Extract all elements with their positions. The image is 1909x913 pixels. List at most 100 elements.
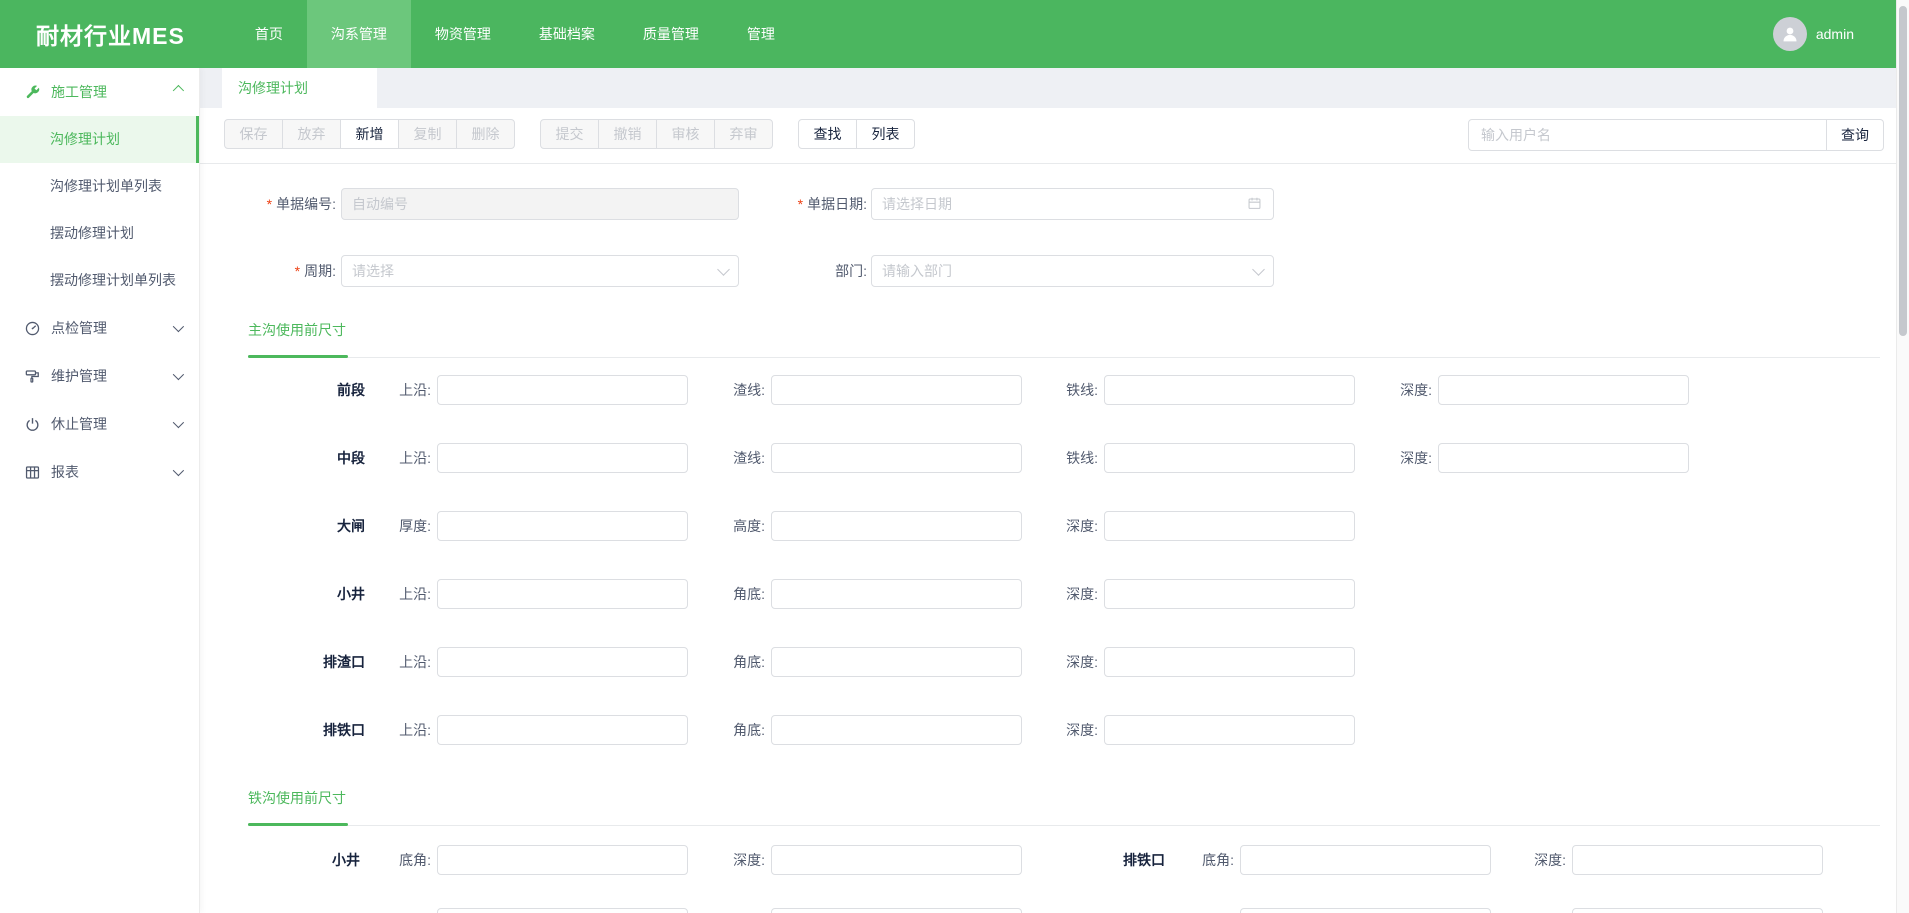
row-group-label: 排渣口	[200, 647, 365, 677]
user-menu[interactable]: admin	[1773, 0, 1854, 68]
field-label: *周期:	[200, 255, 336, 287]
measurement-input[interactable]	[771, 579, 1022, 609]
scrollbar-thumb[interactable]	[1899, 6, 1907, 336]
power-icon	[24, 416, 41, 433]
field-label: 角底:	[685, 647, 765, 677]
placeholder: 请选择日期	[882, 194, 1247, 214]
sidebar-group-label: 维护管理	[51, 366, 173, 386]
measurement-input[interactable]	[437, 375, 688, 405]
select-input[interactable]: 请输入部门	[871, 255, 1274, 287]
avatar	[1773, 17, 1807, 51]
field-label: *单据编号:	[200, 188, 336, 220]
measurement-input[interactable]	[1104, 443, 1355, 473]
measurement-input[interactable]	[1240, 908, 1491, 913]
sidebar-group[interactable]: 报表	[0, 448, 199, 496]
wrench-icon	[24, 84, 41, 101]
measurement-input[interactable]	[1104, 375, 1355, 405]
sidebar-group-label: 点检管理	[51, 318, 173, 338]
sidebar-group[interactable]: 点检管理	[0, 304, 199, 352]
measurement-input[interactable]	[771, 647, 1022, 677]
section-underline-accent	[248, 823, 348, 826]
placeholder: 请选择	[352, 261, 719, 281]
measurement-input[interactable]	[1104, 511, 1355, 541]
toolbar-button-group: 查找列表	[798, 119, 915, 149]
section-title: 铁沟使用前尺寸	[248, 788, 346, 808]
nav-item[interactable]: 基础档案	[515, 0, 619, 68]
field-label: 渣线:	[685, 443, 765, 473]
measurement-input[interactable]	[771, 375, 1022, 405]
sidebar-group-label: 报表	[51, 462, 173, 482]
measurement-input[interactable]	[1104, 647, 1355, 677]
measurement-input[interactable]	[1438, 443, 1689, 473]
measurement-input[interactable]	[437, 715, 688, 745]
required-asterisk: *	[267, 196, 272, 212]
sidebar-item[interactable]: 沟修理计划单列表	[0, 163, 199, 210]
chevron-down-icon	[173, 465, 184, 476]
sidebar-item[interactable]: 摆动修理计划	[0, 210, 199, 257]
required-asterisk: *	[798, 196, 803, 212]
field-label: 角底:	[685, 579, 765, 609]
measurement-input[interactable]	[437, 443, 688, 473]
select-input[interactable]: 请选择	[341, 255, 739, 287]
chevron-down-icon	[1252, 263, 1265, 276]
calendar-icon	[1247, 196, 1263, 212]
field-label: 深度:	[1486, 845, 1566, 875]
nav-item[interactable]: 物资管理	[411, 0, 515, 68]
placeholder: 自动编号	[352, 194, 728, 214]
section-underline	[248, 357, 1880, 358]
measurement-input[interactable]	[437, 908, 688, 913]
field-label: 上沿:	[351, 647, 431, 677]
measurement-input[interactable]	[437, 511, 688, 541]
measurement-input[interactable]	[1104, 715, 1355, 745]
document-number-input[interactable]: 自动编号	[341, 188, 739, 220]
sidebar-item[interactable]: 摆动修理计划单列表	[0, 257, 199, 304]
nav-item[interactable]: 沟系管理	[307, 0, 411, 68]
measurement-input[interactable]	[771, 511, 1022, 541]
sidebar-group[interactable]: 休止管理	[0, 400, 199, 448]
row-group-label: 排铁口	[1065, 845, 1165, 875]
measurement-input[interactable]	[437, 647, 688, 677]
field-label: 深度:	[1018, 579, 1098, 609]
measurement-input[interactable]	[1104, 579, 1355, 609]
measurement-input[interactable]	[771, 845, 1022, 875]
chevron-down-icon	[173, 321, 184, 332]
chevron-down-icon	[717, 263, 730, 276]
measurement-input[interactable]	[1438, 375, 1689, 405]
measurement-input[interactable]	[1240, 845, 1491, 875]
field-label: 上沿:	[351, 375, 431, 405]
measurement-input[interactable]	[771, 908, 1022, 913]
toolbar-button[interactable]: 查找	[798, 119, 857, 149]
section-underline	[248, 825, 1880, 826]
row-group-label: 小井	[200, 845, 360, 875]
vertical-scrollbar[interactable]	[1896, 0, 1909, 913]
field-label: 上沿:	[351, 443, 431, 473]
sidebar-group[interactable]: 维护管理	[0, 352, 199, 400]
section-underline-accent	[248, 355, 348, 358]
required-asterisk: *	[295, 263, 300, 279]
nav-item[interactable]: 管理	[723, 0, 799, 68]
field-label: 深度:	[1018, 647, 1098, 677]
date-input[interactable]: 请选择日期	[871, 188, 1274, 220]
sidebar-group[interactable]: 施工管理	[0, 68, 199, 116]
sidebar-item[interactable]: 沟修理计划	[0, 116, 199, 163]
measurement-input[interactable]	[437, 579, 688, 609]
field-label: 铁线:	[1018, 375, 1098, 405]
measurement-input[interactable]	[771, 715, 1022, 745]
measurement-input[interactable]	[1572, 845, 1823, 875]
nav-item[interactable]: 首页	[231, 0, 307, 68]
field-label: 铁线:	[1018, 443, 1098, 473]
measurement-input[interactable]	[1572, 908, 1823, 913]
username: admin	[1816, 26, 1854, 42]
field-label: 深度:	[1352, 375, 1432, 405]
measurement-input[interactable]	[771, 443, 1022, 473]
section-title: 主沟使用前尺寸	[248, 320, 346, 340]
placeholder: 请输入部门	[882, 261, 1254, 281]
row-group-label: 小井	[200, 579, 365, 609]
toolbar-button[interactable]: 列表	[856, 119, 915, 149]
field-label: 底角:	[351, 845, 431, 875]
measurement-input[interactable]	[437, 845, 688, 875]
top-nav: 首页沟系管理物资管理基础档案质量管理管理	[231, 0, 799, 68]
nav-item[interactable]: 质量管理	[619, 0, 723, 68]
toolbar-button[interactable]: 新增	[340, 119, 399, 149]
app-logo: 耐材行业MES	[36, 17, 185, 51]
